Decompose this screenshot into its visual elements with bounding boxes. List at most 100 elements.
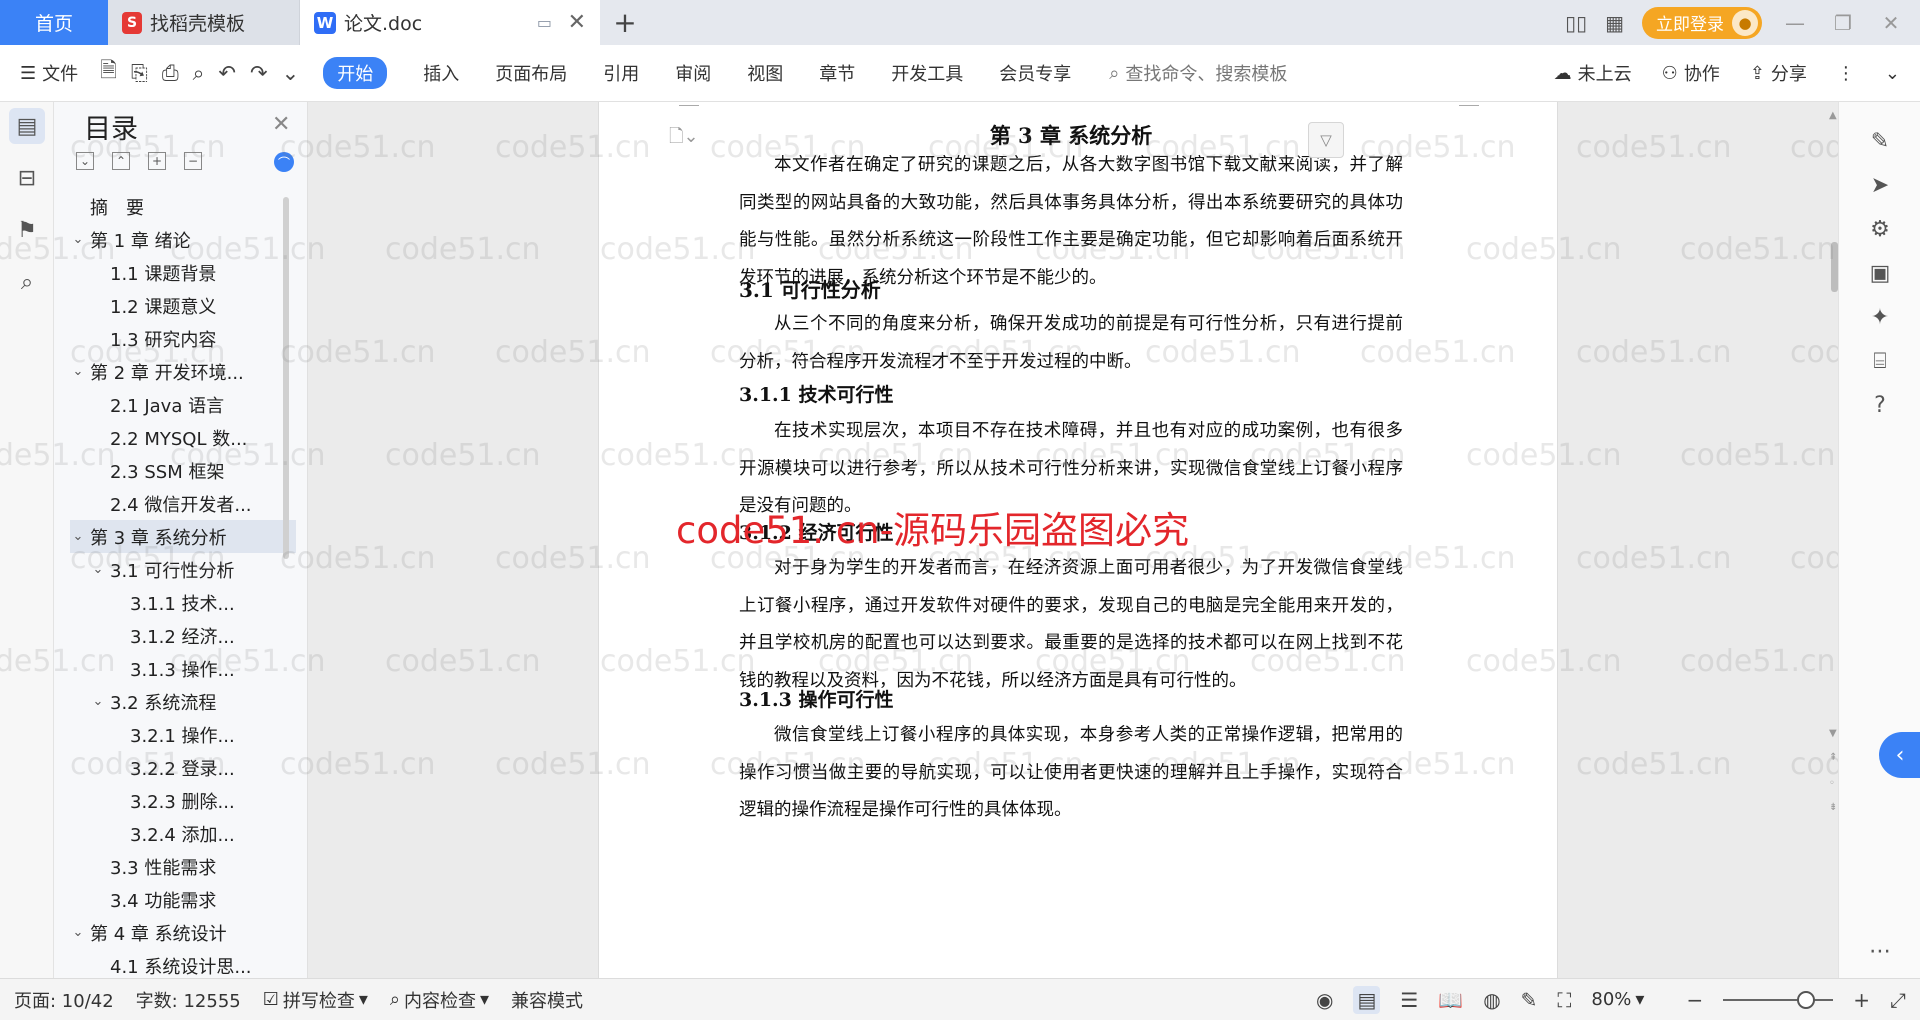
- toc-item[interactable]: 3.1.2 经济...: [70, 619, 296, 652]
- toc-scrollbar[interactable]: [283, 197, 289, 559]
- prev-page-icon[interactable]: ⇞: [1829, 752, 1837, 763]
- preview-icon[interactable]: ⌕: [193, 61, 205, 86]
- print-icon[interactable]: ⎙: [162, 61, 179, 86]
- word-count[interactable]: 字数: 12555: [136, 987, 241, 1013]
- toc-icon[interactable]: ▤: [9, 108, 45, 144]
- tab-close-icon[interactable]: ✕: [568, 10, 586, 35]
- web-view-icon[interactable]: ◍: [1483, 988, 1500, 1012]
- login-button[interactable]: 立即登录 ●: [1642, 6, 1762, 39]
- cursor-icon[interactable]: ➤: [1863, 168, 1897, 202]
- chapter-nav-icon[interactable]: ⊟: [9, 160, 45, 196]
- toc-item[interactable]: 1.1 课题背景: [70, 256, 296, 289]
- select-browse-icon[interactable]: ◦: [1829, 778, 1835, 789]
- read-view-icon[interactable]: 📖: [1438, 988, 1463, 1012]
- toc-item[interactable]: 2.4 微信开发者...: [70, 487, 296, 520]
- book-search-icon[interactable]: ⌸: [1863, 344, 1897, 378]
- menu-view[interactable]: 视图: [747, 60, 783, 86]
- toc-item[interactable]: 2.2 MYSQL 数...: [70, 421, 296, 454]
- scroll-down-icon[interactable]: ▼: [1829, 728, 1837, 739]
- menu-review[interactable]: 审阅: [675, 60, 711, 86]
- image-tool-icon[interactable]: ▣: [1863, 256, 1897, 290]
- toc-item[interactable]: ⌄ 3.1 可行性分析: [70, 553, 296, 586]
- reading-mode-icon[interactable]: ▯▯: [1565, 11, 1587, 35]
- menu-devtools[interactable]: 开发工具: [891, 60, 963, 86]
- chevron-down-icon[interactable]: ⌄: [90, 694, 106, 709]
- toc-item[interactable]: 2.3 SSM 框架: [70, 454, 296, 487]
- scroll-thumb[interactable]: [1831, 242, 1838, 292]
- toc-item[interactable]: 3.1.1 技术...: [70, 586, 296, 619]
- zoom-in-icon[interactable]: +: [1853, 988, 1870, 1012]
- menu-member[interactable]: 会员专享: [999, 60, 1071, 86]
- cloud-button[interactable]: ☁ 未上云: [1554, 60, 1632, 86]
- scroll-top-icon[interactable]: ▲: [1829, 110, 1837, 121]
- command-search[interactable]: ⌕ 查找命令、搜索模板: [1109, 60, 1287, 86]
- outline-view-icon[interactable]: ☰: [1400, 988, 1418, 1012]
- bookmark-icon[interactable]: ⚑: [9, 212, 45, 248]
- more-icon[interactable]: ⋮: [1837, 63, 1855, 84]
- zoom-out-icon[interactable]: −: [1686, 988, 1703, 1012]
- content-check-button[interactable]: ⌕ 内容检查 ▾: [390, 987, 489, 1013]
- chevron-down-icon[interactable]: ⌄: [70, 364, 86, 379]
- toc-smart-icon[interactable]: ⌒: [274, 152, 294, 172]
- page-view-icon[interactable]: ▤: [1353, 985, 1381, 1014]
- zoom-level[interactable]: 80% ▾: [1591, 989, 1644, 1010]
- menu-section[interactable]: 章节: [819, 60, 855, 86]
- menu-start[interactable]: 开始: [323, 57, 388, 89]
- tab-document[interactable]: W 论文.doc ▭ ✕: [300, 0, 600, 45]
- toc-item[interactable]: ⌄ 第 4 章 系统设计: [70, 916, 296, 949]
- tab-template[interactable]: S 找稻壳模板: [108, 0, 300, 45]
- toc-item[interactable]: ⌄ 第 1 章 绪论: [70, 223, 296, 256]
- toc-item[interactable]: ⌄ 第 3 章 系统分析: [70, 520, 296, 553]
- toc-item[interactable]: 3.1.3 操作...: [70, 652, 296, 685]
- toc-item[interactable]: ⌄ 第 2 章 开发环境...: [70, 355, 296, 388]
- toc-item[interactable]: 3.4 功能需求: [70, 883, 296, 916]
- find-icon[interactable]: ⌕: [9, 264, 45, 300]
- save-icon[interactable]: 🗎: [100, 56, 117, 91]
- share-button[interactable]: ⇪ 分享: [1750, 60, 1807, 86]
- chevron-down-icon[interactable]: ⌄: [70, 232, 86, 247]
- chevron-down-icon[interactable]: ⌄: [70, 925, 86, 940]
- eye-icon[interactable]: ◉: [1316, 988, 1333, 1012]
- pen-icon[interactable]: ✎: [1863, 124, 1897, 158]
- toc-item[interactable]: 2.1 Java 语言: [70, 388, 296, 421]
- toc-item[interactable]: ⌄ 3.2 系统流程: [70, 685, 296, 718]
- toc-item[interactable]: 4.1 系统设计思...: [70, 949, 296, 978]
- minimize-icon[interactable]: —: [1780, 11, 1810, 35]
- more-tools-icon[interactable]: ⋯: [1863, 934, 1897, 968]
- collapse-ribbon-icon[interactable]: ⌄: [1885, 63, 1900, 84]
- vertical-scrollbar[interactable]: ▲ ▼ ⇞ ◦ ⇟: [1829, 102, 1838, 978]
- help-icon[interactable]: ?: [1863, 388, 1897, 422]
- next-page-icon[interactable]: ⇟: [1829, 802, 1837, 813]
- collapse-up-icon[interactable]: ⌃: [112, 152, 130, 170]
- quick-access-dropdown-icon[interactable]: ⌄: [282, 61, 300, 85]
- close-icon[interactable]: ✕: [272, 112, 290, 137]
- redo-icon[interactable]: ↷: [250, 61, 268, 85]
- chevron-down-icon[interactable]: ⌄: [90, 562, 106, 577]
- remove-heading-icon[interactable]: −: [184, 152, 202, 170]
- toc-item[interactable]: 1.2 课题意义: [70, 289, 296, 322]
- toc-item[interactable]: 1.3 研究内容: [70, 322, 296, 355]
- toc-item[interactable]: 3.2.4 添加...: [70, 817, 296, 850]
- page-indicator[interactable]: 页面: 10/42: [14, 987, 114, 1013]
- export-icon[interactable]: ⎘: [131, 61, 148, 86]
- fit-page-icon[interactable]: ⛶: [1557, 988, 1571, 1012]
- spell-check-button[interactable]: ☑ 拼写检查 ▾: [263, 987, 368, 1013]
- tab-home[interactable]: 首页: [0, 0, 108, 45]
- close-window-icon[interactable]: ✕: [1876, 11, 1906, 35]
- menu-reference[interactable]: 引用: [603, 60, 639, 86]
- chevron-down-icon[interactable]: ⌄: [70, 529, 86, 544]
- page-options-icon[interactable]: 🗋⌄: [669, 124, 699, 154]
- toc-item[interactable]: 摘 要: [70, 190, 296, 223]
- restore-icon[interactable]: ❐: [1828, 11, 1858, 35]
- expand-down-icon[interactable]: ⌄: [76, 152, 94, 170]
- zoom-slider[interactable]: [1723, 990, 1834, 1009]
- fullscreen-icon[interactable]: ⤢: [1890, 988, 1906, 1012]
- toc-item[interactable]: 3.2.2 登录...: [70, 751, 296, 784]
- ai-tool-icon[interactable]: ✦: [1863, 300, 1897, 334]
- zoom-slider-knob[interactable]: [1797, 990, 1816, 1009]
- menu-insert[interactable]: 插入: [423, 60, 459, 86]
- toc-item[interactable]: 3.2.1 操作...: [70, 718, 296, 751]
- write-view-icon[interactable]: ✎: [1521, 988, 1538, 1012]
- undo-icon[interactable]: ↶: [218, 61, 236, 85]
- menu-layout[interactable]: 页面布局: [495, 60, 567, 86]
